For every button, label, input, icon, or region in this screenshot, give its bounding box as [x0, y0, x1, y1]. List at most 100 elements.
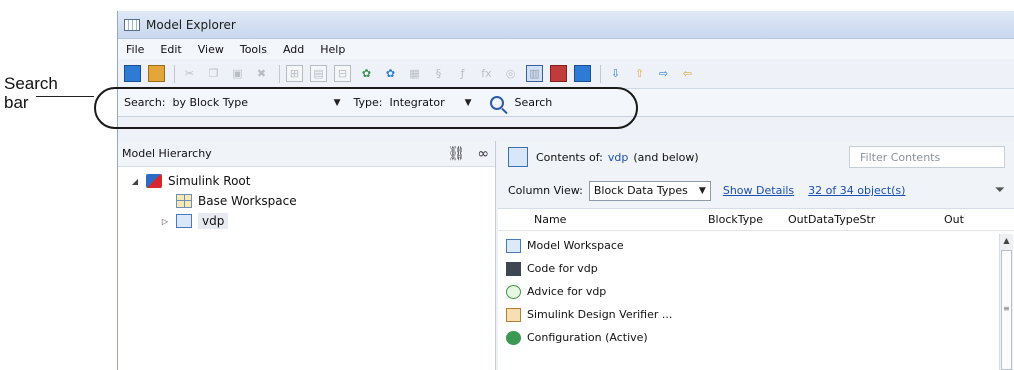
- table-row[interactable]: Configuration (Active): [498, 326, 1014, 349]
- tree-node-label: Base Workspace: [198, 194, 297, 208]
- layout-icon[interactable]: ▦: [406, 65, 423, 82]
- row-name: Code for vdp: [527, 262, 598, 275]
- tree-node-vdp[interactable]: ▷ vdp: [118, 211, 495, 231]
- search-bar-callout-label: Search bar: [4, 74, 58, 112]
- type-dropdown[interactable]: Integrator ▼: [384, 93, 476, 113]
- contents-target-link[interactable]: vdp: [608, 151, 628, 164]
- model-hierarchy-pane: Model Hierarchy ⛓ ∞ ◢ Simulink Root Base…: [118, 141, 496, 370]
- toolbar-separator: [600, 64, 601, 83]
- toolbar-separator: [174, 64, 175, 83]
- row-name: Configuration (Active): [527, 331, 648, 344]
- contents-header: Contents of: vdp (and below) Filter Cont…: [498, 141, 1014, 173]
- cut-icon[interactable]: ✂: [181, 65, 198, 82]
- row-name: Simulink Design Verifier ...: [527, 308, 673, 321]
- column-header-out[interactable]: Out: [944, 213, 990, 226]
- row-name: Model Workspace: [527, 239, 624, 252]
- contents-pane: Contents of: vdp (and below) Filter Cont…: [498, 141, 1014, 370]
- show-dialog-view-icon[interactable]: ▥: [526, 65, 543, 82]
- link-icon[interactable]: ⛓: [448, 146, 466, 162]
- add-data-icon[interactable]: ⊟: [334, 65, 351, 82]
- glasses-icon[interactable]: ∞: [477, 146, 489, 162]
- menu-bar: File Edit View Tools Add Help: [118, 39, 1014, 59]
- menu-tools[interactable]: Tools: [240, 43, 267, 56]
- code-icon: [506, 261, 521, 276]
- add-model-icon[interactable]: [124, 65, 141, 82]
- design-verifier-icon: [506, 307, 521, 322]
- import-icon[interactable]: ⇦: [679, 65, 696, 82]
- menu-file[interactable]: File: [126, 43, 144, 56]
- simulink-root-icon: [146, 174, 162, 188]
- type-value: Integrator: [389, 96, 445, 109]
- chart-icon[interactable]: [550, 65, 567, 82]
- show-details-link[interactable]: Show Details: [723, 184, 794, 197]
- move-up-icon[interactable]: ⇧: [631, 65, 648, 82]
- search-button[interactable]: Search: [490, 95, 553, 110]
- table-row[interactable]: Model Workspace: [498, 234, 1014, 257]
- contents-scope: (and below): [633, 150, 699, 164]
- tree-node-label: vdp: [198, 213, 229, 229]
- menu-add[interactable]: Add: [283, 43, 304, 56]
- target-icon[interactable]: ◎: [502, 65, 519, 82]
- table-row[interactable]: Advice for vdp: [498, 280, 1014, 303]
- search-button-label: Search: [514, 96, 553, 109]
- collapse-triangle-icon[interactable]: ▷: [160, 217, 170, 226]
- add-grid-icon[interactable]: ⊞: [286, 65, 303, 82]
- open-folder-icon[interactable]: [148, 65, 165, 82]
- function-icon[interactable]: ƒ: [454, 65, 471, 82]
- move-down-icon[interactable]: ⇩: [607, 65, 624, 82]
- column-header-outdatatypestr[interactable]: OutDataTypeStr: [788, 213, 944, 226]
- search-icon: [490, 95, 505, 110]
- toolbar-separator: [279, 64, 280, 83]
- model-explorer-app-icon: [124, 18, 140, 31]
- filter-contents-placeholder: Filter Contents: [860, 150, 941, 164]
- model-icon: [176, 214, 192, 228]
- tree-node-simulink-root[interactable]: ◢ Simulink Root: [118, 171, 495, 191]
- toolbar: ✂ ❐ ▣ ✖ ⊞ ▤ ⊟ ✿ ✿ ▦ § ƒ fx ◎ ▥ ⇩ ⇧ ⇨ ⇦: [118, 59, 1014, 89]
- chevron-down-icon: ▼: [698, 185, 706, 196]
- scroll-up-icon[interactable]: ▲: [1000, 234, 1013, 248]
- signal-icon[interactable]: §: [430, 65, 447, 82]
- menu-edit[interactable]: Edit: [160, 43, 181, 56]
- model-hierarchy-title: Model Hierarchy: [122, 147, 212, 160]
- filter-funnel-icon[interactable]: ⏷: [995, 183, 1005, 198]
- table-row[interactable]: Simulink Design Verifier ...: [498, 303, 1014, 326]
- menu-help[interactable]: Help: [320, 43, 345, 56]
- tree-node-base-workspace[interactable]: Base Workspace: [118, 191, 495, 211]
- tile-icon[interactable]: [574, 65, 591, 82]
- contents-of-label: Contents of:: [536, 150, 603, 164]
- column-header-name[interactable]: Name: [534, 213, 708, 226]
- table-row[interactable]: Code for vdp: [498, 257, 1014, 280]
- copy-icon[interactable]: ❐: [205, 65, 222, 82]
- type-label: Type:: [353, 96, 383, 109]
- search-bar: Search: by Block Type ▼ Type: Integrator…: [118, 89, 1014, 117]
- column-header-blocktype[interactable]: BlockType: [708, 213, 788, 226]
- contents-list: Model Workspace Code for vdp Advice for …: [498, 231, 1014, 349]
- model-workspace-icon: [506, 238, 521, 253]
- model-tree: ◢ Simulink Root Base Workspace ▷ vdp: [118, 167, 495, 231]
- callout-label-line1: Search: [4, 74, 58, 93]
- vertical-scrollbar[interactable]: ▲ ≡: [999, 234, 1013, 370]
- row-name: Advice for vdp: [527, 285, 607, 298]
- search-by-dropdown[interactable]: by Block Type ▼: [168, 93, 346, 113]
- column-view-label: Column View:: [508, 184, 583, 197]
- config-icon[interactable]: ✿: [358, 65, 375, 82]
- filter-contents-input[interactable]: Filter Contents: [849, 146, 1005, 168]
- paste-icon[interactable]: ▣: [229, 65, 246, 82]
- object-count-link[interactable]: 32 of 34 object(s): [808, 184, 905, 197]
- search-by-value: by Block Type: [172, 96, 249, 109]
- menu-view[interactable]: View: [198, 43, 224, 56]
- export-icon[interactable]: ⇨: [655, 65, 672, 82]
- config-ref-icon[interactable]: ✿: [382, 65, 399, 82]
- table-header: Name BlockType OutDataTypeStr Out: [498, 209, 1014, 231]
- delete-icon[interactable]: ✖: [253, 65, 270, 82]
- chevron-down-icon: ▼: [333, 97, 341, 108]
- add-block-icon[interactable]: ▤: [310, 65, 327, 82]
- column-view-bar: Column View: Block Data Types ▼ Show Det…: [498, 173, 1014, 209]
- fx-icon[interactable]: fx: [478, 65, 495, 82]
- expand-triangle-icon[interactable]: ◢: [130, 177, 140, 186]
- window-title: Model Explorer: [146, 17, 236, 32]
- workspace-icon: [176, 194, 192, 208]
- column-view-dropdown[interactable]: Block Data Types ▼: [588, 180, 711, 201]
- checkmark-icon: [506, 284, 521, 299]
- chevron-down-icon: ▼: [464, 97, 472, 108]
